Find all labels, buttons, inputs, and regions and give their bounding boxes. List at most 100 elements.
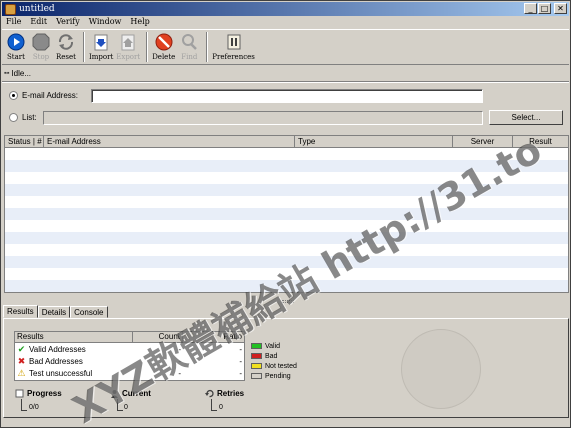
- menu-bar: File Edit Verify Window Help: [2, 16, 569, 28]
- maximize-button[interactable]: □: [538, 3, 551, 14]
- export-button[interactable]: Export: [116, 30, 140, 61]
- legend-valid: Valid: [251, 341, 297, 351]
- start-label: Start: [7, 53, 25, 61]
- progress-label: Progress: [27, 389, 62, 398]
- menu-edit[interactable]: Edit: [30, 16, 47, 28]
- retries-label: Retries: [217, 389, 245, 398]
- current-label: Current: [122, 389, 151, 398]
- progress-stat: Progress: [15, 389, 62, 398]
- play-icon: [7, 33, 25, 51]
- results-summary-grid: Results Count Ratio ✔ Valid Addresses - -…: [14, 331, 245, 381]
- email-field[interactable]: [91, 89, 483, 103]
- table-row: [5, 220, 568, 232]
- activity-icon: ▪▫▪: [4, 70, 10, 77]
- legend-not-tested: Not tested: [251, 361, 297, 371]
- email-radio-row[interactable]: E-mail Address:: [9, 91, 78, 100]
- email-radio[interactable]: [9, 91, 18, 100]
- tab-results[interactable]: Results: [3, 305, 38, 318]
- window-title: untitled: [19, 4, 55, 14]
- table-row: [5, 292, 568, 293]
- export-label: Export: [116, 53, 141, 61]
- delete-button[interactable]: Delete: [152, 30, 175, 61]
- panel-splitter[interactable]: [2, 295, 569, 305]
- results-row-valid: ✔ Valid Addresses - -: [15, 343, 244, 355]
- reset-button[interactable]: Reset: [55, 30, 77, 61]
- table-row: [5, 184, 568, 196]
- current-bracket: [117, 399, 123, 411]
- valid-ratio: -: [239, 344, 242, 354]
- check-icon: ✔: [17, 344, 26, 354]
- retries-bracket: [211, 399, 217, 411]
- table-row: [5, 172, 568, 184]
- start-button[interactable]: Start: [5, 30, 27, 61]
- results-col-label: Results: [15, 332, 133, 342]
- results-col-count: Count: [133, 332, 183, 342]
- toolbar: Start Stop Reset Import Export Delete Fi…: [2, 29, 569, 65]
- table-row: [5, 232, 568, 244]
- current-stat: Current: [110, 389, 151, 398]
- preferences-icon: [225, 33, 243, 51]
- list-field[interactable]: [43, 111, 483, 125]
- valid-count: -: [178, 344, 181, 354]
- results-col-ratio: Ratio: [223, 332, 242, 341]
- chart-legend: Valid Bad Not tested Pending: [251, 341, 297, 381]
- bad-label: Bad Addresses: [29, 356, 83, 366]
- menu-help[interactable]: Help: [130, 16, 149, 28]
- select-button[interactable]: Select...: [489, 110, 563, 125]
- untested-label: Test unsuccessful: [29, 368, 93, 378]
- preferences-label: Preferences: [212, 53, 255, 61]
- progress-value: 0/0: [29, 404, 39, 411]
- legend-bad: Bad: [251, 351, 297, 361]
- legend-pending: Pending: [251, 371, 297, 381]
- table-row: [5, 268, 568, 280]
- menu-file[interactable]: File: [6, 16, 21, 28]
- preferences-button[interactable]: Preferences: [212, 30, 255, 61]
- results-pie-chart: [401, 329, 481, 409]
- untested-ratio: -: [239, 368, 242, 378]
- splitter-grip-icon[interactable]: [282, 300, 294, 303]
- table-row: [5, 256, 568, 268]
- list-radio-row[interactable]: List:: [9, 113, 37, 122]
- column-result[interactable]: Result: [513, 136, 568, 147]
- menu-window[interactable]: Window: [89, 16, 122, 28]
- tab-console[interactable]: Console: [70, 306, 108, 318]
- close-button[interactable]: ✕: [554, 3, 567, 14]
- title-bar[interactable]: untitled _ □ ✕: [2, 2, 569, 16]
- results-row-untested: ⚠ Test unsuccessful - -: [15, 367, 244, 379]
- stop-label: Stop: [32, 53, 50, 61]
- table-row: [5, 160, 568, 172]
- progress-bracket: [21, 399, 27, 411]
- column-email[interactable]: E-mail Address: [44, 136, 295, 147]
- table-row: [5, 208, 568, 220]
- app-window: untitled _ □ ✕ File Edit Verify Window H…: [0, 0, 571, 428]
- toolbar-separator: [146, 32, 149, 62]
- bad-ratio: -: [239, 356, 242, 366]
- results-row-bad: ✖ Bad Addresses - -: [15, 355, 244, 367]
- table-row: [5, 196, 568, 208]
- import-button[interactable]: Import: [89, 30, 113, 61]
- results-table[interactable]: Status | # E-mail Address Type Server Re…: [4, 135, 569, 293]
- find-button[interactable]: Find: [178, 30, 200, 61]
- export-icon: [119, 33, 137, 51]
- valid-label: Valid Addresses: [29, 344, 86, 354]
- column-server[interactable]: Server: [453, 136, 513, 147]
- tab-details[interactable]: Details: [37, 306, 71, 318]
- list-radio[interactable]: [9, 113, 18, 122]
- progress-icon: [15, 389, 24, 398]
- bad-count: -: [178, 356, 181, 366]
- status-text: Idle...: [11, 69, 32, 78]
- results-summary-header: Results Count Ratio: [15, 332, 244, 343]
- minimize-button[interactable]: _: [524, 3, 537, 14]
- search-icon: [180, 33, 198, 51]
- list-label: List:: [22, 113, 37, 122]
- column-status[interactable]: Status | #: [5, 136, 44, 147]
- untested-count: -: [178, 368, 181, 378]
- user-icon: [110, 389, 119, 398]
- table-body: [5, 148, 568, 293]
- column-type[interactable]: Type: [295, 136, 453, 147]
- email-label: E-mail Address:: [22, 91, 79, 100]
- menu-verify[interactable]: Verify: [56, 16, 80, 28]
- toolbar-separator: [83, 32, 85, 62]
- import-label: Import: [89, 53, 114, 61]
- stop-button[interactable]: Stop: [30, 30, 52, 61]
